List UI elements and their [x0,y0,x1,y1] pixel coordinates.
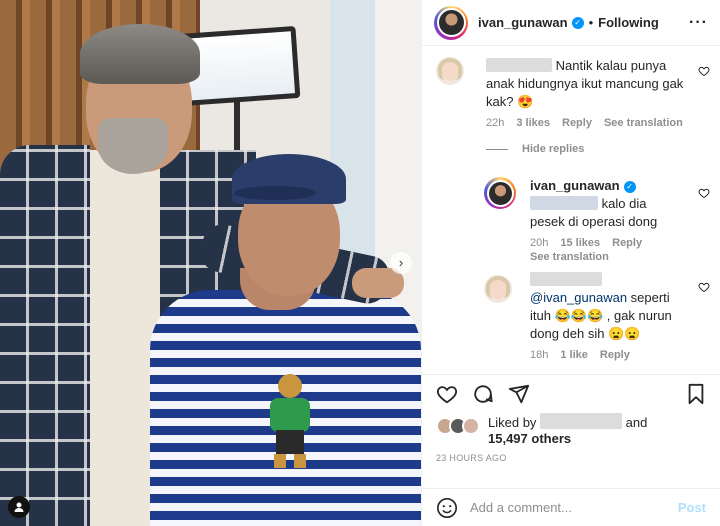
verified-badge-icon: ✓ [571,16,584,29]
like-reply-icon[interactable] [698,281,710,293]
comment-likes[interactable]: 3 likes [516,117,550,129]
comment-time[interactable]: 22h [486,117,504,129]
post-timestamp[interactable]: 23 HOURS AGO [422,453,720,463]
see-translation-button[interactable]: See translation [530,251,609,263]
liked-by-row: Liked by and 15,497 others [422,413,720,447]
reply-mention[interactable]: @ivan_gunawan [530,290,627,305]
liked-by-username-blurred[interactable] [540,413,623,429]
comment-composer: Post [422,488,720,526]
post-header: ivan_gunawan ✓ • Following ··· [422,0,720,46]
author-avatar[interactable] [434,5,468,40]
post-photo[interactable]: › [0,0,421,526]
comment-icon[interactable] [472,383,494,405]
like-icon[interactable] [436,383,458,405]
mention-blurred[interactable] [530,196,598,210]
hide-replies-button[interactable]: Hide replies [486,143,584,155]
commenter-avatar[interactable] [436,57,464,85]
reply-avatar[interactable] [484,177,516,209]
liked-by-prefix: Liked by [488,415,537,430]
man1-jacket-left [0,145,90,526]
more-icon[interactable]: ··· [689,14,708,32]
reply-meta: 20h 15 likes Reply [530,237,680,249]
post-details-pane: ivan_gunawan ✓ • Following ··· Nantik ka… [421,0,720,526]
like-reply-icon[interactable] [698,187,710,199]
action-bar [422,375,720,413]
reply-time[interactable]: 20h [530,237,548,249]
commenter-username-blurred[interactable] [486,58,552,72]
reply-username-blurred[interactable] [530,272,602,286]
share-icon[interactable] [508,383,530,405]
reply-button[interactable]: Reply [600,349,630,361]
post-actions-section: Liked by and 15,497 others 23 HOURS AGO [422,374,720,463]
reply-likes[interactable]: 1 like [560,349,588,361]
like-comment-icon[interactable] [698,65,710,77]
reply-meta: 18h 1 like Reply [530,349,680,361]
reply-username[interactable]: ivan_gunawan [530,178,620,193]
save-icon[interactable] [686,383,706,405]
reply-likes[interactable]: 15 likes [560,237,600,249]
liked-by-and: and [625,415,648,430]
comment-input[interactable] [470,500,678,515]
bear-graphic [270,374,310,468]
liked-by-avatars[interactable] [436,417,482,437]
following-button[interactable]: Following [598,15,659,30]
reply-avatar[interactable] [484,275,512,303]
man1-beard [98,118,168,174]
likes-count[interactable]: 15,497 others [488,431,571,446]
post-comment-button[interactable]: Post [678,500,706,515]
user-tag-icon[interactable] [8,496,30,518]
header-separator: • [588,15,594,30]
emoji-icon[interactable] [436,497,458,519]
next-image-button[interactable]: › [390,252,412,274]
reply-time[interactable]: 18h [530,349,548,361]
man1-hair [80,24,200,84]
author-username[interactable]: ivan_gunawan [478,15,568,30]
see-translation-button[interactable]: See translation [604,117,683,129]
reply-button[interactable]: Reply [612,237,642,249]
man2-cap-brim [234,186,316,200]
verified-badge-icon: ✓ [623,181,636,193]
comments-list[interactable]: Nantik kalau punya anak hidungnya ikut m… [422,47,720,374]
comment-meta: 22h 3 likes Reply See translation [486,117,686,129]
reply-button[interactable]: Reply [562,117,592,129]
